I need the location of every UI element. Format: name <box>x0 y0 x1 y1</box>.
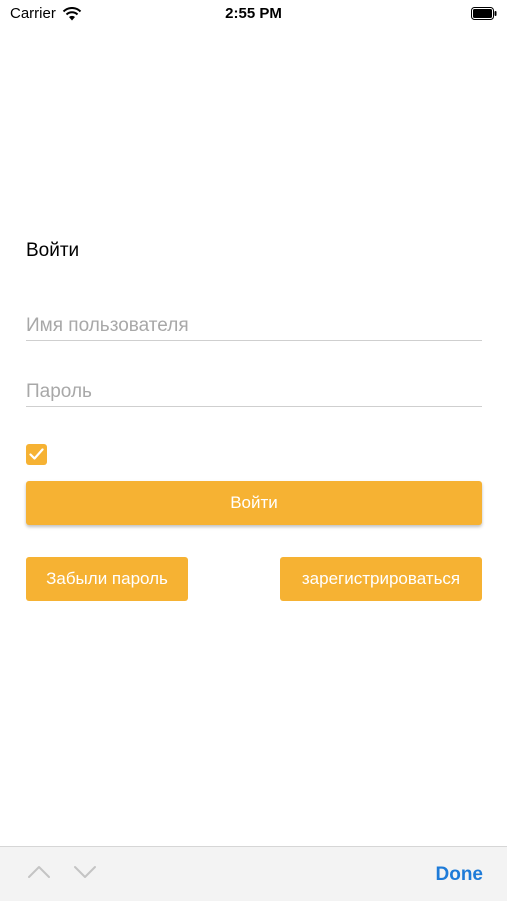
remember-checkbox[interactable] <box>26 444 47 465</box>
checkmark-icon <box>29 448 44 460</box>
forgot-password-button[interactable]: Забыли пароль <box>26 557 188 601</box>
register-button[interactable]: зарегистрироваться <box>280 557 482 601</box>
status-time: 2:55 PM <box>225 5 282 22</box>
username-input[interactable] <box>26 314 482 341</box>
keyboard-toolbar: Done <box>0 846 507 901</box>
battery-icon <box>471 7 497 20</box>
chevron-up-icon[interactable] <box>27 865 51 879</box>
chevron-down-icon[interactable] <box>73 865 97 879</box>
password-input[interactable] <box>26 380 482 407</box>
page-title: Войти <box>26 240 80 261</box>
status-bar: Carrier 2:55 PM <box>0 0 507 28</box>
done-button[interactable]: Done <box>436 864 484 886</box>
login-button[interactable]: Войти <box>26 481 482 525</box>
